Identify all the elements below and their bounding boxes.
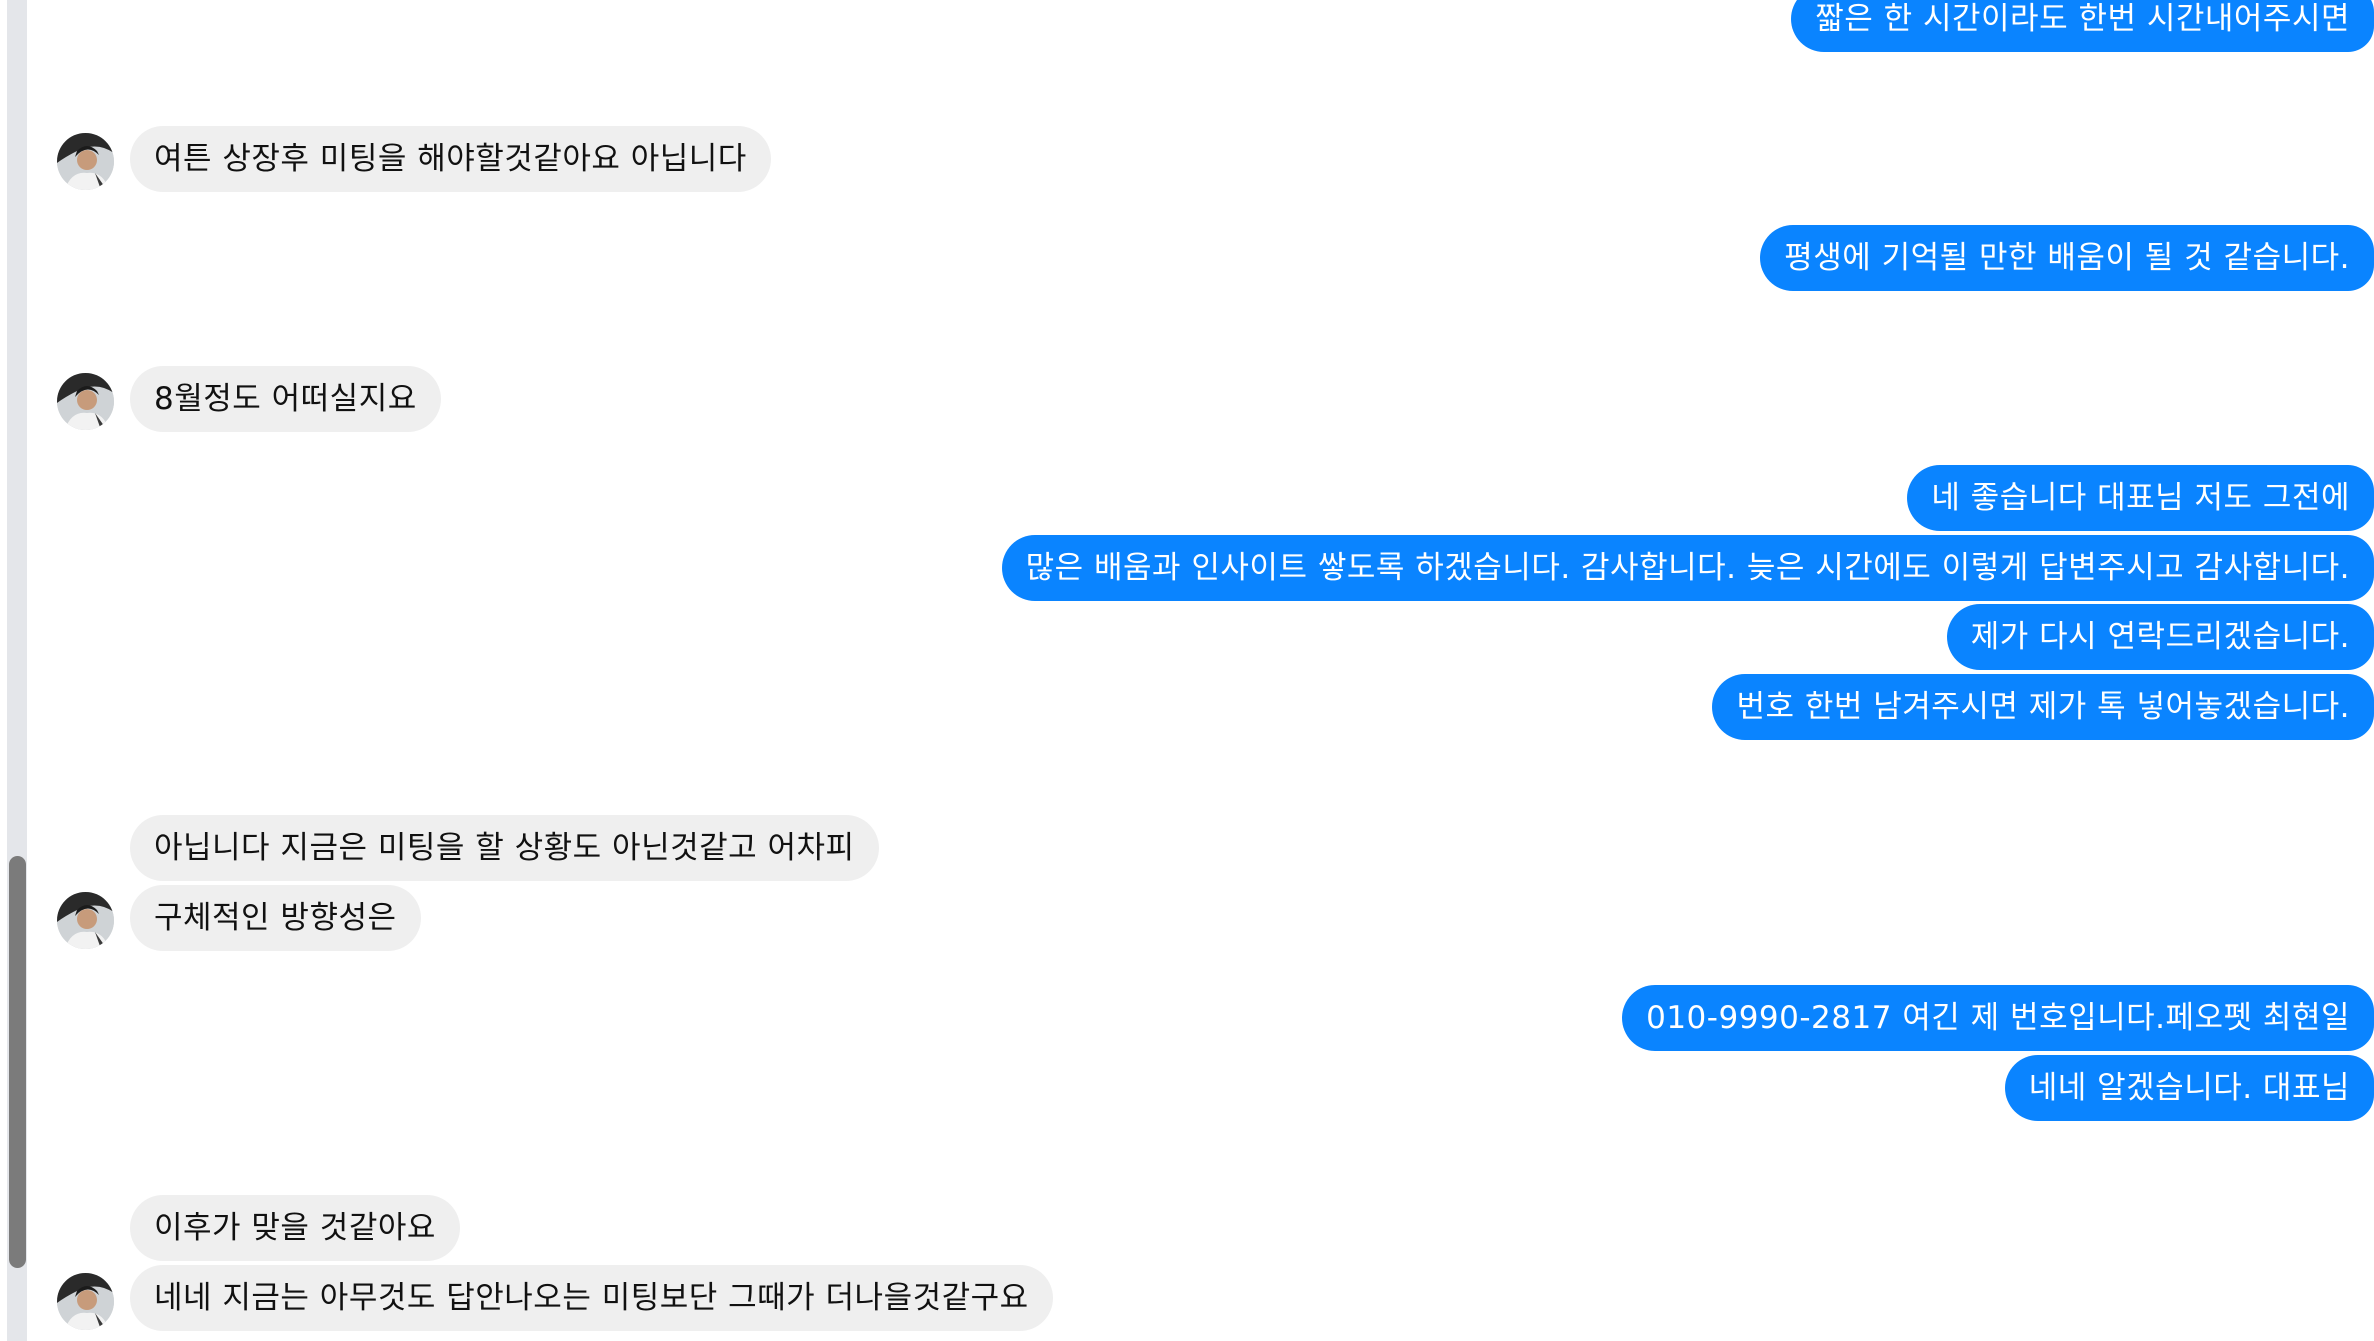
outgoing-message[interactable]: 010-9990-2817 여긴 제 번호입니다.페오펫 최현일 [1622, 985, 2374, 1051]
chat-view: 짧은 한 시간이라도 한번 시간내어주시면 여튼 상장후 미팅을 해야할것같아요… [0, 0, 2374, 1341]
sender-avatar[interactable] [57, 133, 114, 190]
outgoing-message[interactable]: 네 좋습니다 대표님 저도 그전에 [1907, 465, 2374, 531]
sender-avatar[interactable] [57, 892, 114, 949]
incoming-message[interactable]: 구체적인 방향성은 [130, 885, 421, 951]
sender-avatar[interactable] [57, 373, 114, 430]
avatar-photo-icon [57, 373, 114, 430]
outgoing-message[interactable]: 제가 다시 연락드리겠습니다. [1946, 604, 2374, 670]
incoming-message[interactable]: 아닙니다 지금은 미팅을 할 상황도 아닌것같고 어차피 [130, 815, 879, 881]
avatar-photo-icon [57, 892, 114, 949]
incoming-message[interactable]: 네네 지금는 아무것도 답안나오는 미팅보단 그때가 더나을것같구요 [130, 1265, 1053, 1331]
incoming-message[interactable]: 여튼 상장후 미팅을 해야할것같아요 아닙니다 [130, 126, 771, 192]
outgoing-message[interactable]: 평생에 기억될 만한 배움이 될 것 같습니다. [1760, 225, 2374, 291]
sender-avatar[interactable] [57, 1273, 114, 1330]
outgoing-message[interactable]: 번호 한번 남겨주시면 제가 톡 넣어놓겠습니다. [1712, 674, 2374, 740]
outgoing-message[interactable]: 많은 배움과 인사이트 쌓도록 하겠습니다. 감사합니다. 늦은 시간에도 이렇… [1001, 535, 2374, 601]
outgoing-message[interactable]: 네네 알겠습니다. 대표님 [2004, 1055, 2374, 1121]
incoming-message[interactable]: 이후가 맞을 것같아요 [130, 1195, 460, 1261]
incoming-message[interactable]: 8월정도 어떠실지요 [130, 366, 441, 432]
avatar-photo-icon [57, 1273, 114, 1330]
outgoing-message[interactable]: 짧은 한 시간이라도 한번 시간내어주시면 [1791, 0, 2374, 52]
avatar-photo-icon [57, 133, 114, 190]
scrollbar-thumb[interactable] [9, 856, 26, 1268]
